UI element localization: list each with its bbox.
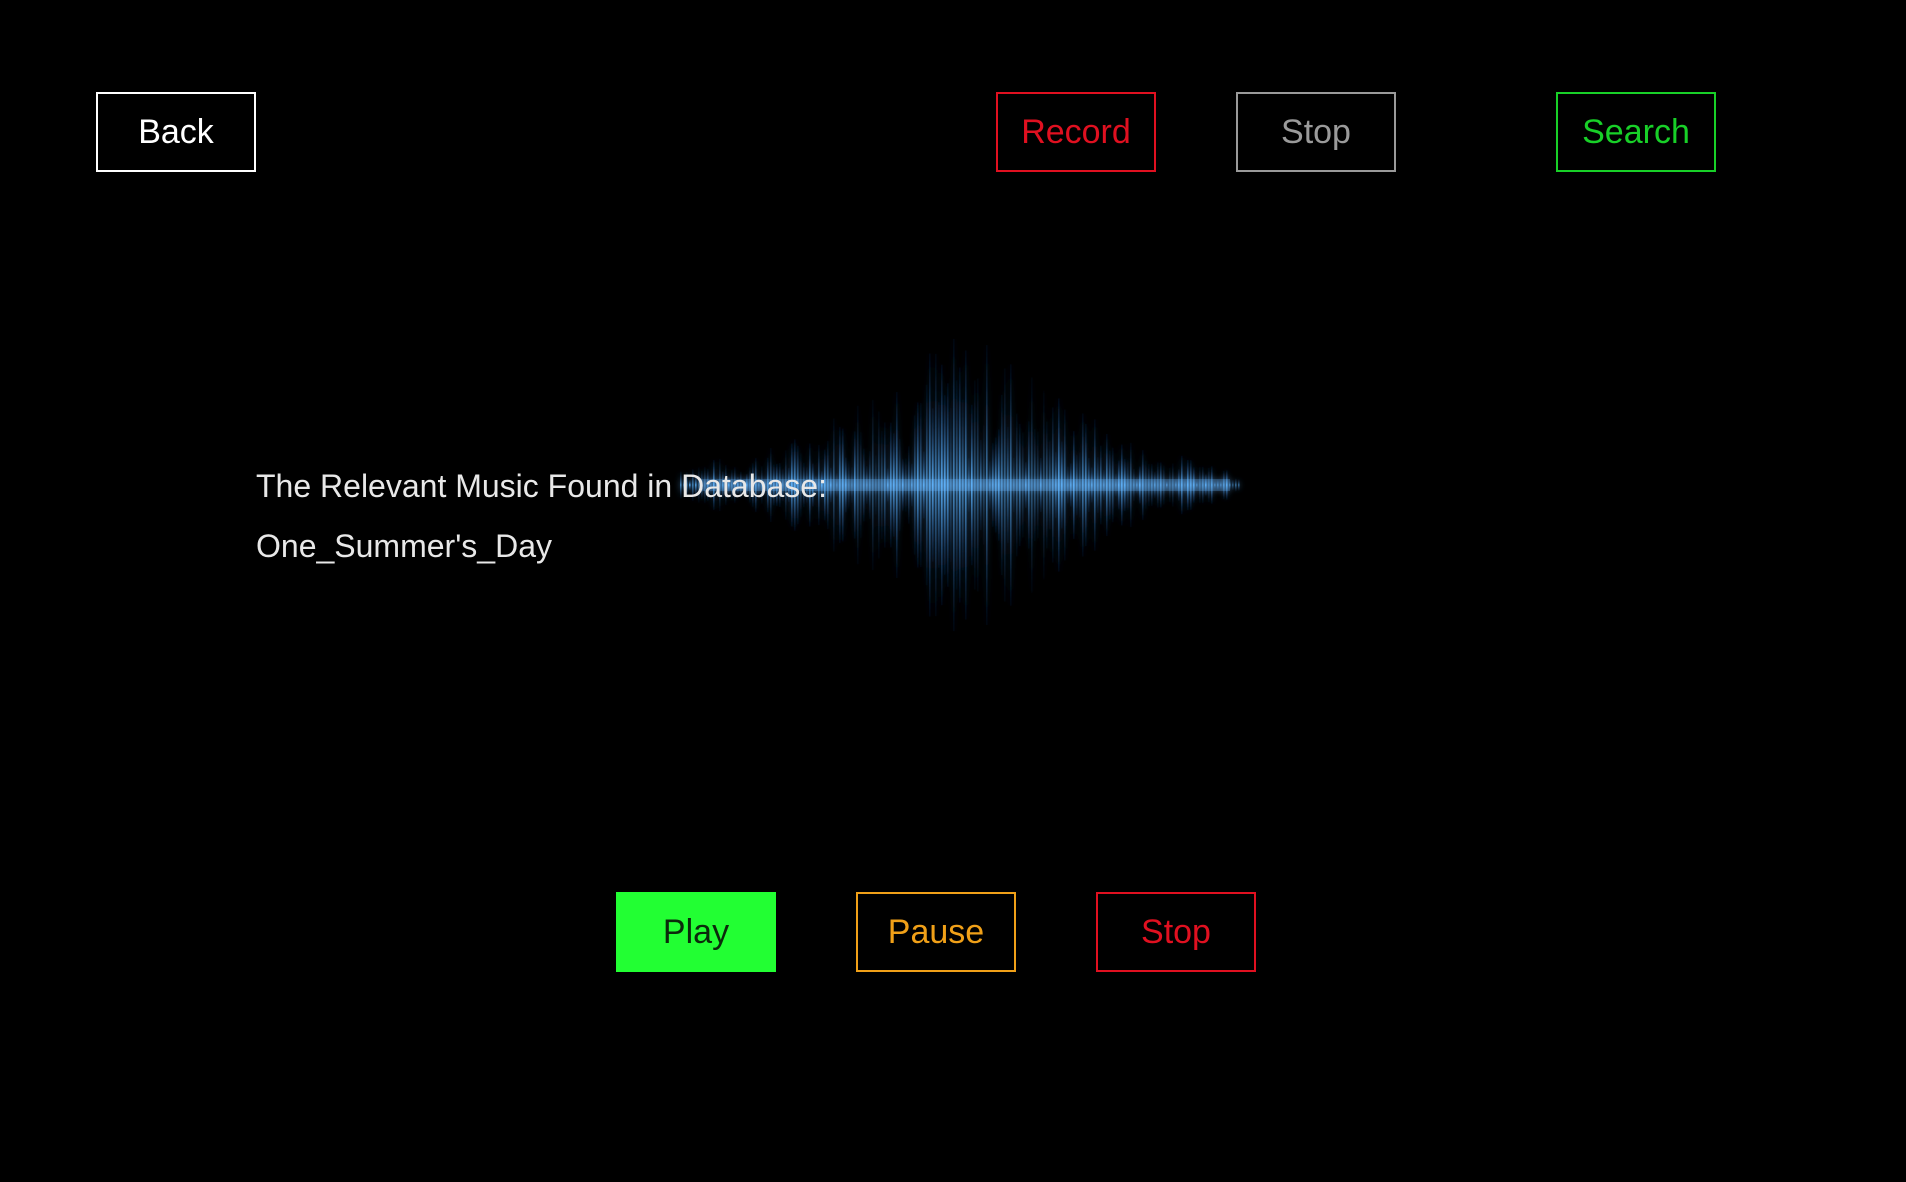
stop-recording-button[interactable]: Stop [1236,92,1396,172]
search-button[interactable]: Search [1556,92,1716,172]
waveform-bar [1232,480,1234,490]
stop-playback-button[interactable]: Stop [1096,892,1256,972]
back-button[interactable]: Back [96,92,256,172]
record-button[interactable]: Record [996,92,1156,172]
result-label: The Relevant Music Found in Database: [256,468,827,504]
waveform-bar [1238,479,1240,491]
pause-button[interactable]: Pause [856,892,1016,972]
waveform-bar [1235,478,1237,492]
play-button[interactable]: Play [616,892,776,972]
audio-search-screen: Back Record Stop Search The Relevant Mus… [0,0,1906,1182]
found-song-name: One_Summer's_Day [256,528,552,564]
